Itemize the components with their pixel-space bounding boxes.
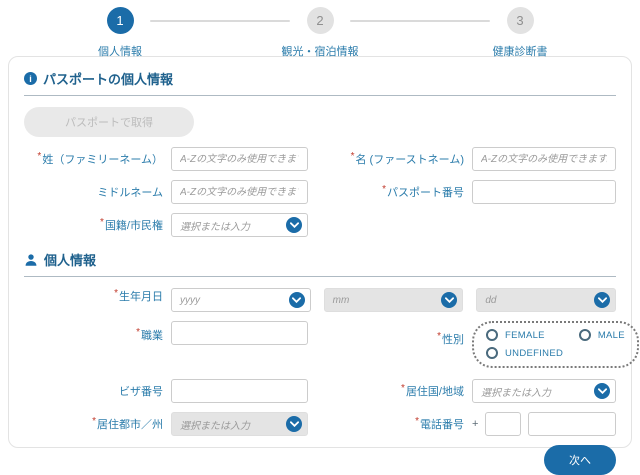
gender-radio-group: FEMALE MALE UNDEFINED (472, 321, 639, 368)
radio-button-icon (579, 329, 591, 341)
info-icon: i (24, 72, 37, 85)
passport-number-label: *パスポート番号 (320, 184, 472, 200)
chevron-down-icon (594, 383, 610, 399)
phone-country-code-input[interactable] (485, 412, 521, 436)
visa-number-label: ビザ番号 (24, 383, 171, 399)
passport-scan-button[interactable]: パスポートで取得 (24, 107, 194, 137)
middle-name-input[interactable] (171, 180, 308, 204)
chevron-down-icon (286, 416, 302, 432)
person-icon (24, 253, 38, 267)
birth-day-select[interactable]: dd (476, 288, 616, 312)
nationality-label: *国籍/市民権 (24, 217, 171, 233)
birth-month-select[interactable]: mm (324, 288, 464, 312)
first-name-label: *名 (ファーストネーム) (320, 151, 472, 167)
gender-label: *性別 (320, 321, 472, 347)
residence-country-label: *居住国/地域 (320, 383, 472, 399)
birth-date-label: *生年月日 (24, 288, 171, 312)
residence-city-label: *居住都市／州 (24, 416, 171, 432)
occupation-label: *職業 (24, 321, 171, 343)
step-3-indicator: 3 (507, 7, 534, 34)
personal-section-header: 個人情報 (24, 250, 616, 277)
birth-year-select[interactable]: yyyy (171, 288, 311, 312)
step-3-health-certificate: 3 健康診断書 (490, 7, 550, 59)
next-button[interactable]: 次へ (544, 445, 616, 475)
step-2-label: 観光・宿泊情報 (282, 43, 359, 59)
radio-button-icon (486, 347, 498, 359)
first-name-input[interactable] (472, 147, 616, 171)
chevron-down-icon (594, 292, 610, 308)
step-2-indicator: 2 (307, 7, 334, 34)
family-name-input[interactable] (171, 147, 308, 171)
residence-city-select[interactable]: 選択または入力 (171, 412, 308, 436)
occupation-input[interactable] (171, 321, 308, 345)
form-card: i パスポートの個人情報 パスポートで取得 *姓（ファミリーネーム） *名 (フ… (8, 56, 632, 448)
passport-section-title: パスポートの個人情報 (43, 69, 173, 88)
progress-stepper: 1 個人情報 2 観光・宿泊情報 3 健康診断書 (0, 0, 640, 56)
passport-section-header: i パスポートの個人情報 (24, 69, 616, 96)
step-connector (150, 20, 290, 22)
radio-button-icon (486, 329, 498, 341)
chevron-down-icon (441, 292, 457, 308)
phone-prefix: + (472, 418, 478, 430)
middle-name-label: ミドルネーム (24, 184, 171, 200)
gender-option-undefined[interactable]: UNDEFINED (486, 347, 563, 359)
passport-number-input[interactable] (472, 180, 616, 204)
chevron-down-icon (289, 292, 305, 308)
step-2-travel-info: 2 観光・宿泊情報 (290, 7, 350, 59)
chevron-down-icon (286, 217, 302, 233)
step-1-personal-info: 1 個人情報 (90, 7, 150, 59)
gender-option-female[interactable]: FEMALE (486, 329, 545, 341)
phone-number-input[interactable] (528, 412, 616, 436)
step-3-label: 健康診断書 (493, 43, 548, 59)
step-1-indicator: 1 (107, 7, 134, 34)
step-1-label: 個人情報 (98, 43, 142, 59)
step-connector (350, 20, 490, 22)
phone-number-label: *電話番号 (320, 416, 472, 432)
family-name-label: *姓（ファミリーネーム） (24, 151, 171, 167)
gender-option-male[interactable]: MALE (579, 329, 625, 341)
visa-number-input[interactable] (171, 379, 308, 403)
residence-country-select[interactable]: 選択または入力 (472, 379, 616, 403)
personal-section-title: 個人情報 (44, 250, 96, 269)
nationality-select[interactable]: 選択または入力 (171, 213, 308, 237)
